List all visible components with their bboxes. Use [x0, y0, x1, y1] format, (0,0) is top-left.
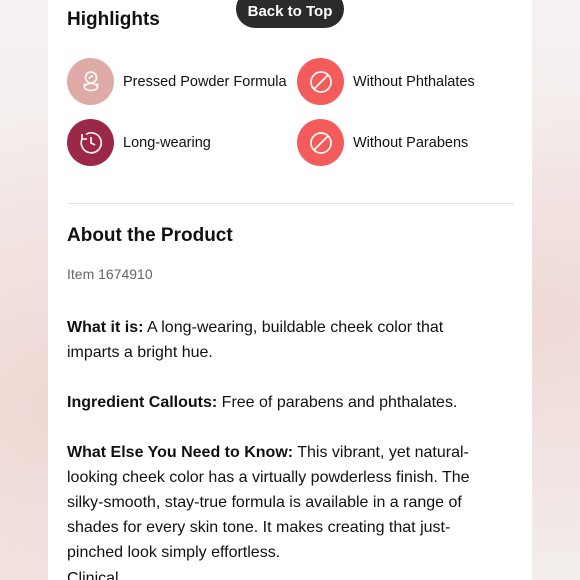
what-else-paragraph: What Else You Need to Know: This vibrant… [67, 440, 497, 565]
highlights-heading: Highlights [67, 9, 160, 30]
ingredient-callouts-label: Ingredient Callouts: [67, 394, 218, 411]
ingredient-callouts-paragraph: Ingredient Callouts: Free of parabens an… [67, 390, 497, 415]
what-else-text: This vibrant, yet natural-looking cheek … [67, 444, 470, 561]
highlight-without-phthalates: Without Phthalates [297, 58, 475, 105]
item-number: Item 1674910 [67, 266, 153, 282]
clinical-results-cutoff: Clinical [67, 570, 119, 580]
section-divider [67, 203, 514, 204]
highlight-label: Pressed Powder Formula [123, 73, 287, 90]
powder-compact-icon [67, 58, 114, 105]
highlight-label: Long-wearing [123, 134, 211, 151]
ingredient-callouts-text: Free of parabens and phthalates. [217, 394, 458, 411]
highlight-pressed-powder: Pressed Powder Formula [67, 58, 287, 105]
what-it-is-paragraph: What it is: A long-wearing, buildable ch… [67, 315, 497, 365]
prohibited-icon [297, 119, 344, 166]
highlight-label: Without Parabens [353, 134, 469, 151]
product-details-panel: Highlights Pressed Powder Formula Withou… [48, 0, 532, 580]
about-product-heading: About the Product [67, 225, 233, 246]
highlight-long-wearing: Long-wearing [67, 119, 211, 166]
prohibited-icon [297, 58, 344, 105]
clock-icon [67, 119, 114, 166]
what-else-label: What Else You Need to Know: [67, 444, 294, 461]
highlight-label: Without Phthalates [353, 73, 475, 90]
back-to-top-button[interactable]: Back to Top [236, 0, 344, 28]
what-it-is-label: What it is: [67, 319, 144, 336]
highlight-without-parabens: Without Parabens [297, 119, 468, 166]
